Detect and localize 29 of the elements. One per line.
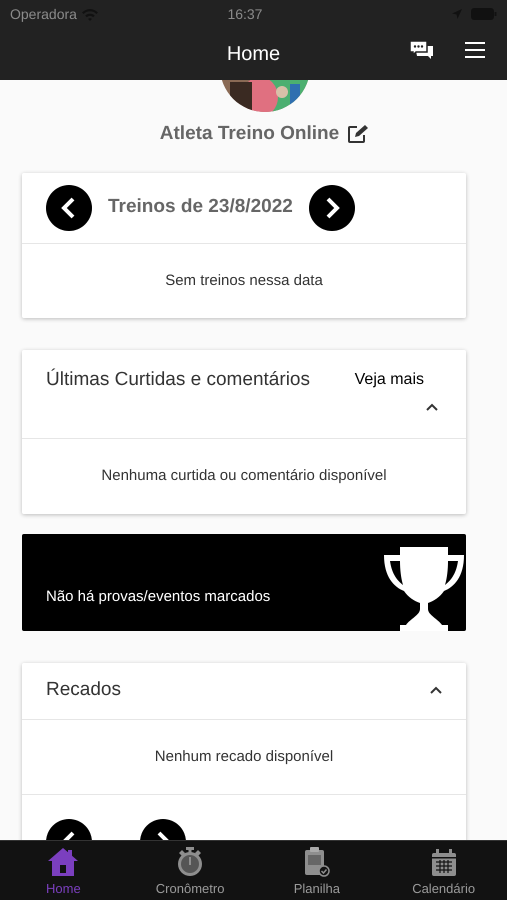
tab[interactable]: Calendário xyxy=(380,841,507,900)
trophy-icon xyxy=(382,544,466,630)
carrier-label: Operadora xyxy=(10,4,77,24)
menu-icon[interactable] xyxy=(465,42,485,58)
likes-title: Últimas Curtidas e comentários xyxy=(46,368,310,392)
calendar-icon xyxy=(430,848,457,876)
collapse-icon[interactable] xyxy=(430,686,442,695)
athlete-name: Atleta Treino Online xyxy=(160,122,340,146)
messages-title: Recados xyxy=(46,678,121,702)
empty-message: Nenhuma curtida ou comentário disponível xyxy=(101,467,387,484)
events-message: Não há provas/eventos marcados xyxy=(46,587,270,607)
next-button[interactable] xyxy=(308,184,355,230)
previous-button[interactable] xyxy=(46,184,92,230)
home-icon xyxy=(47,846,80,876)
tab[interactable]: Planilha xyxy=(254,841,380,900)
chat-icon[interactable] xyxy=(409,40,435,60)
see-more-link[interactable]: Veja mais xyxy=(354,368,424,392)
collapse-icon[interactable] xyxy=(426,402,438,412)
page-title: Home xyxy=(226,42,280,66)
chevron-left-icon xyxy=(61,196,77,218)
trainings-title: Treinos de 23/8/2022 xyxy=(108,195,293,220)
clipboard-icon xyxy=(304,846,330,876)
stopwatch-icon xyxy=(176,846,204,876)
edit-icon[interactable] xyxy=(347,124,370,144)
tab[interactable]: Cronômetro xyxy=(126,841,254,900)
status-time: 16:37 xyxy=(227,6,262,22)
empty-message: Sem treinos nessa data xyxy=(165,272,323,288)
empty-message: Nenhum recado disponível xyxy=(154,748,334,764)
chevron-right-icon xyxy=(324,196,340,218)
